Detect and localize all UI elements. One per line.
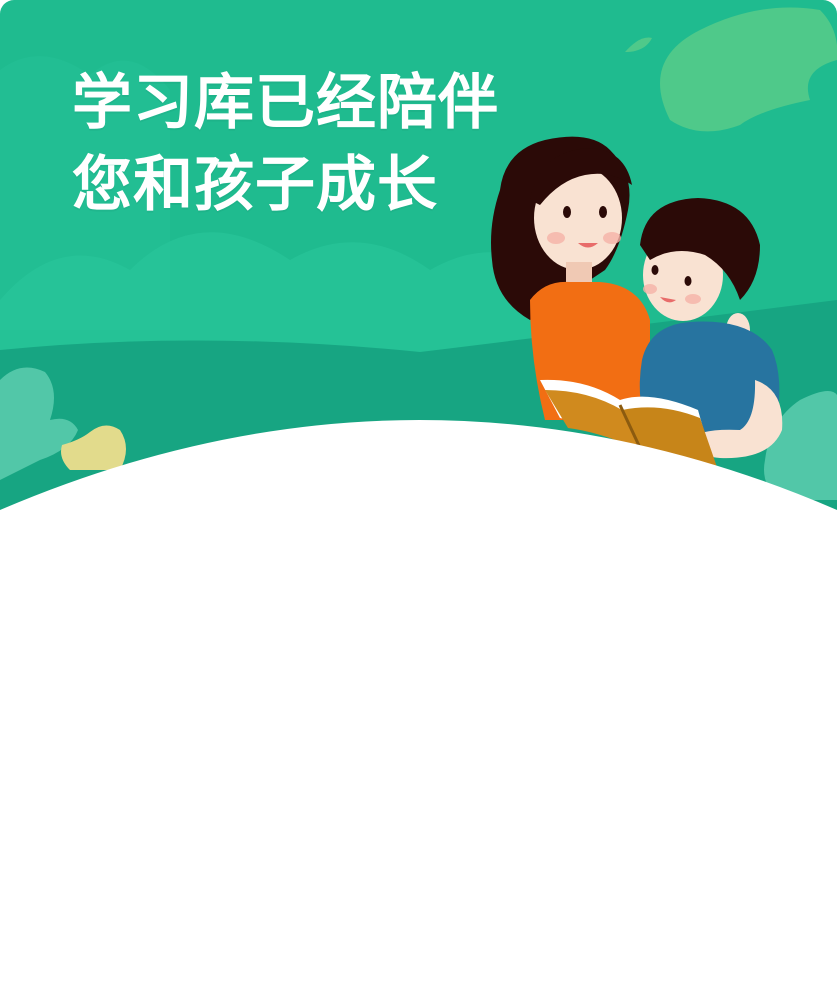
app-page: 学习库已经陪伴 您和孩子成长: [0, 0, 837, 1008]
banner-headline: 学习库已经陪伴 您和孩子成长: [72, 62, 499, 226]
headline-line-2: 您和孩子成长: [72, 150, 438, 220]
hero-banner: 学习库已经陪伴 您和孩子成长: [0, 0, 837, 520]
headline-line-1: 学习库已经陪伴: [72, 68, 499, 138]
content-area: [0, 520, 837, 1008]
